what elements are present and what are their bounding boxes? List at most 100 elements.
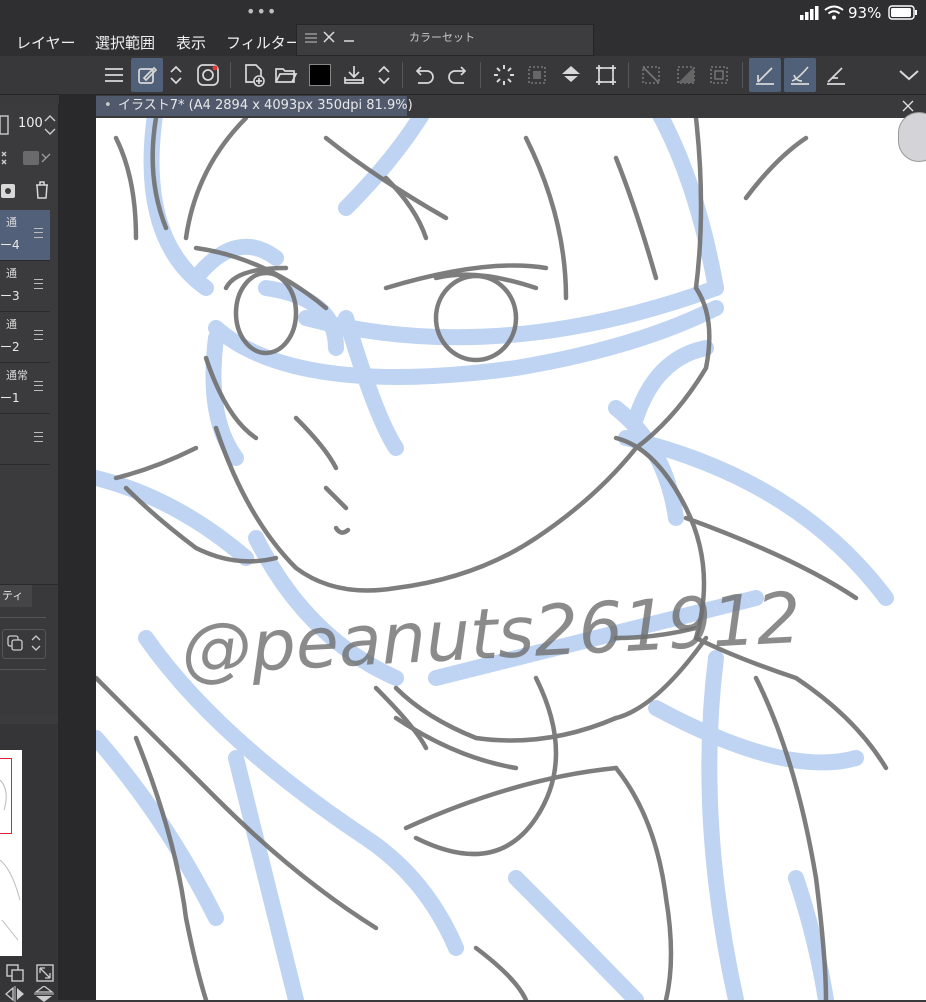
current-color-swatch (309, 64, 331, 86)
layer-menu-icon[interactable] (34, 330, 43, 340)
battery-percent: 93% (848, 4, 882, 22)
layer-name: ー3 (0, 289, 20, 303)
layers-icon (7, 635, 23, 651)
trash-icon[interactable] (34, 180, 50, 200)
clear-layer-button[interactable] (521, 58, 553, 92)
property-dropdown[interactable] (2, 629, 46, 659)
navigator-panel (0, 724, 58, 1002)
property-panel: ティ (0, 584, 58, 715)
edit-tool-button[interactable] (131, 58, 163, 92)
ruler-snap-icon (756, 67, 774, 85)
close-icon[interactable] (323, 31, 335, 43)
busy-button[interactable] (488, 58, 520, 92)
command-bar (0, 56, 926, 95)
open-button[interactable] (270, 58, 302, 92)
chevron-updown-icon (31, 635, 41, 651)
canvas-tab[interactable]: • イラスト7* (A4 2894 x 4093px 350dpi 81.9%) (96, 96, 413, 116)
layer-row-4[interactable]: 通 ー4 (0, 210, 50, 261)
expand-button[interactable] (162, 58, 190, 92)
layer-blend-mode: 通常 (6, 369, 28, 382)
selection-border-button[interactable] (703, 58, 735, 92)
signal-icon (800, 6, 819, 20)
invert-selection-icon (677, 66, 695, 84)
canvas-tab-label: イラスト7* (A4 2894 x 4093px 350dpi 81.9%) (118, 98, 413, 113)
color-swatch-button[interactable] (304, 58, 336, 92)
save-expand-button[interactable] (370, 58, 398, 92)
folder-icon (275, 68, 298, 83)
side-handle[interactable] (898, 112, 926, 162)
menu-filter[interactable]: フィルター (226, 32, 301, 53)
special-ruler-snap-button[interactable] (784, 58, 816, 92)
layer-menu-icon[interactable] (34, 279, 43, 289)
deselect-button[interactable] (635, 58, 667, 92)
layer-name: ー4 (0, 238, 20, 252)
color-set-panel[interactable]: カラーセット (296, 24, 594, 56)
layer-menu-icon[interactable] (34, 432, 43, 442)
chevron-down-icon (899, 70, 919, 81)
clear-layer-icon (528, 66, 546, 84)
new-layer-icon[interactable] (0, 182, 16, 200)
deselect-icon (642, 66, 660, 84)
new-canvas-button[interactable] (238, 58, 270, 92)
layer-blend-mode: 通 (6, 216, 17, 229)
save-icon (344, 66, 364, 84)
battery-icon (888, 5, 917, 20)
transform-icon (596, 65, 616, 85)
property-divider (0, 617, 46, 618)
blend-mode-icon[interactable] (0, 150, 14, 166)
navigator-viewport-frame[interactable] (0, 758, 12, 834)
color-set-title: カラーセット (409, 31, 475, 44)
pen-edit-icon (138, 66, 158, 84)
panel-menu-icon[interactable] (305, 33, 317, 43)
status-bar: ••• 93% (0, 0, 926, 26)
property-divider-2 (0, 669, 46, 670)
toolbar-more-button[interactable] (893, 58, 925, 92)
close-canvas-icon[interactable] (902, 100, 914, 112)
layer-visibility-lock-icon[interactable] (22, 148, 56, 168)
menu-view[interactable]: 表示 (176, 32, 206, 53)
ruler-snap-button[interactable] (749, 58, 781, 92)
tab-dot: • (104, 98, 112, 113)
undo-button[interactable] (408, 58, 440, 92)
layer-row-paper[interactable] (0, 414, 50, 465)
undo-icon (415, 66, 434, 84)
layer-name: ー2 (0, 340, 20, 354)
layer-row-3[interactable]: 通 ー3 (0, 261, 50, 312)
fit-to-screen-icon[interactable] (6, 964, 24, 982)
selection-border-icon (710, 66, 728, 84)
navigator-preview[interactable] (0, 750, 22, 956)
layer-row-1[interactable]: 通常 ー1 (0, 363, 50, 414)
sketch-artwork: @peanuts261912 (96, 118, 894, 1000)
layer-menu-icon[interactable] (34, 381, 43, 391)
save-button[interactable] (338, 58, 370, 92)
layer-blend-mode: 通 (6, 318, 17, 331)
fill-button[interactable] (556, 58, 588, 92)
menu-selection[interactable]: 選択範囲 (95, 32, 155, 53)
companion-button[interactable] (192, 58, 224, 92)
hamburger-icon (105, 68, 123, 82)
transform-button[interactable] (590, 58, 622, 92)
invert-selection-button[interactable] (670, 58, 702, 92)
grid-snap-button[interactable] (820, 58, 852, 92)
canvas-gutter (59, 94, 96, 1000)
layer-row-2[interactable]: 通 ー2 (0, 312, 50, 363)
opacity-slider-handle[interactable] (0, 114, 14, 138)
menu-layer[interactable]: レイヤー (16, 32, 76, 53)
minimize-icon[interactable] (343, 31, 355, 43)
drawing-canvas[interactable]: @peanuts261912 (96, 118, 926, 1000)
swirl-icon (197, 64, 219, 86)
opacity-stepper-icon[interactable] (44, 114, 56, 136)
menu-button[interactable] (98, 58, 130, 92)
chevron-updown-icon (378, 65, 390, 85)
layer-name: ー1 (0, 391, 20, 405)
redo-button[interactable] (442, 58, 474, 92)
layer-blend-mode: 通 (6, 267, 17, 280)
wifi-icon (824, 5, 844, 20)
fill-bucket-icon (562, 66, 580, 82)
layer-menu-icon[interactable] (34, 228, 43, 238)
expand-icon[interactable] (36, 964, 54, 982)
opacity-value[interactable]: 100 (18, 116, 43, 131)
multitask-dots[interactable]: ••• (246, 2, 277, 21)
curve-snap-icon (791, 66, 809, 85)
property-tab[interactable]: ティ (0, 585, 32, 607)
